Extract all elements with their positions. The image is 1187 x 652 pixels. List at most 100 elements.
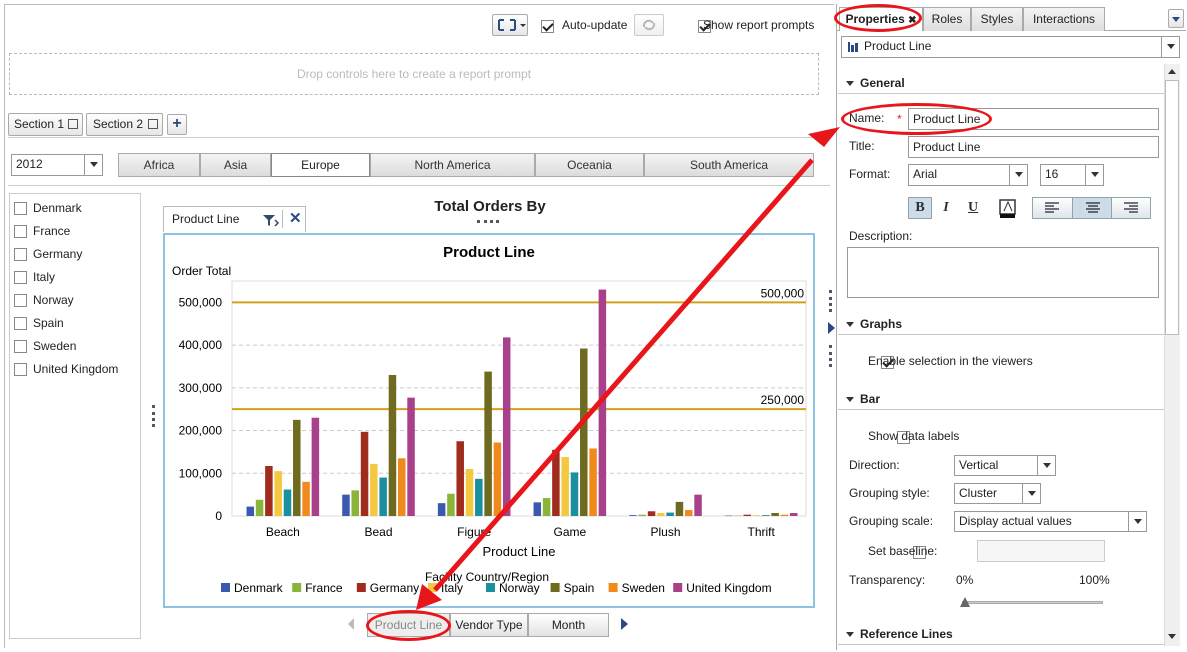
grouping-scale-select[interactable]: Display actual values xyxy=(954,511,1147,532)
list-item[interactable]: Germany xyxy=(14,245,82,263)
reference-lines-section-header[interactable]: Reference Lines xyxy=(838,623,1164,645)
country-label: Spain xyxy=(33,316,64,330)
align-right-button[interactable] xyxy=(1113,198,1150,218)
object-select[interactable]: Product Line xyxy=(841,36,1180,58)
chevron-down-icon xyxy=(1161,37,1179,57)
region-tab-europe[interactable]: Europe xyxy=(271,153,370,177)
list-item[interactable]: United Kingdom xyxy=(14,360,118,378)
refresh-icon xyxy=(642,19,656,31)
grouping-style-select[interactable]: Cluster xyxy=(954,483,1041,504)
bar xyxy=(638,514,646,516)
chevron-right-icon[interactable] xyxy=(621,618,628,630)
list-item[interactable]: France xyxy=(14,222,70,240)
graphs-section-header[interactable]: Graphs xyxy=(838,313,1164,335)
splitter-handle[interactable] xyxy=(829,345,832,367)
bold-button[interactable]: B xyxy=(908,197,932,219)
text-color-button[interactable] xyxy=(998,199,1018,219)
report-prompt-drop-area[interactable]: Drop controls here to create a report pr… xyxy=(9,53,819,95)
splitter-handle[interactable] xyxy=(829,290,832,312)
scroll-up-icon[interactable] xyxy=(1168,69,1176,74)
region-tab-asia[interactable]: Asia xyxy=(200,153,271,177)
maximize-button[interactable] xyxy=(492,14,528,36)
transparency-slider-track[interactable] xyxy=(962,601,1103,604)
title-label: Title: xyxy=(849,139,875,153)
title-field[interactable]: Product Line xyxy=(908,136,1159,158)
description-field[interactable] xyxy=(847,247,1159,298)
region-tab-africa[interactable]: Africa xyxy=(118,153,200,177)
bar xyxy=(570,472,579,516)
close-icon[interactable]: ✕ xyxy=(289,209,302,227)
nav-tab-vendor-type[interactable]: Vendor Type xyxy=(450,613,528,637)
direction-select[interactable]: Vertical xyxy=(954,455,1056,476)
bar xyxy=(666,512,674,516)
section-menu-icon[interactable] xyxy=(148,119,158,129)
year-select[interactable]: 2012 xyxy=(11,154,103,176)
legend-swatch xyxy=(356,583,366,592)
align-left-button[interactable] xyxy=(1033,198,1071,218)
legend-item: United Kingdom xyxy=(686,581,771,595)
bar-section-header[interactable]: Bar xyxy=(838,388,1164,410)
italic-button[interactable]: I xyxy=(934,197,958,219)
region-tab-north-america[interactable]: North America xyxy=(370,153,535,177)
expand-icon xyxy=(498,19,526,31)
transparency-max-label: 100% xyxy=(1079,573,1110,587)
general-section-header[interactable]: General xyxy=(838,72,1164,94)
region-tab-south-america[interactable]: South America xyxy=(644,153,814,177)
legend-swatch xyxy=(673,583,683,592)
scroll-down-icon[interactable] xyxy=(1168,634,1176,639)
section-2-label: Section 2 xyxy=(93,117,144,131)
divider xyxy=(282,210,283,228)
list-item[interactable]: Italy xyxy=(14,268,55,286)
tab-roles[interactable]: Roles xyxy=(923,7,971,31)
checkbox[interactable] xyxy=(14,202,27,216)
checkbox[interactable] xyxy=(14,248,27,262)
align-center-button[interactable] xyxy=(1072,198,1112,218)
section-2-tab[interactable]: Section 2 xyxy=(86,113,163,136)
align-center-icon xyxy=(1086,202,1100,213)
chevron-left-icon[interactable] xyxy=(348,618,354,630)
checkbox[interactable] xyxy=(14,271,27,285)
drag-handle[interactable] xyxy=(477,220,499,223)
refresh-button[interactable] xyxy=(634,14,664,36)
section-menu-icon[interactable] xyxy=(68,119,78,129)
add-section-button[interactable]: + xyxy=(167,114,187,135)
x-tick-label: Figure xyxy=(457,525,491,539)
bar xyxy=(561,457,569,516)
list-item[interactable]: Norway xyxy=(14,291,74,309)
drill-icon[interactable] xyxy=(260,211,280,229)
region-tab-oceania[interactable]: Oceania xyxy=(535,153,644,177)
chart-tab-label: Product Line xyxy=(172,212,240,226)
list-item[interactable]: Denmark xyxy=(14,199,82,217)
bar xyxy=(502,337,511,516)
splitter-handle[interactable] xyxy=(152,405,155,427)
tab-interactions[interactable]: Interactions xyxy=(1023,7,1105,31)
transparency-slider-thumb[interactable] xyxy=(960,597,970,607)
annotation-circle xyxy=(366,610,451,641)
checkbox[interactable] xyxy=(14,363,27,377)
list-item[interactable]: Sweden xyxy=(14,337,76,355)
y-tick-label: 100,000 xyxy=(179,466,223,480)
x-tick-label: Game xyxy=(553,525,586,539)
scrollbar-thumb[interactable] xyxy=(1165,80,1179,335)
checkbox[interactable] xyxy=(14,340,27,354)
auto-update-checkbox[interactable] xyxy=(541,20,554,34)
underline-button[interactable]: U xyxy=(961,197,985,219)
checkbox[interactable] xyxy=(14,294,27,308)
checkbox[interactable] xyxy=(14,317,27,331)
panel-menu-button[interactable] xyxy=(1168,9,1184,28)
section-1-tab[interactable]: Section 1 xyxy=(8,113,83,136)
chart-header-title: Total Orders By xyxy=(434,198,546,215)
tab-styles[interactable]: Styles xyxy=(971,7,1023,31)
baseline-field[interactable] xyxy=(977,540,1105,562)
x-tick-label: Bead xyxy=(364,525,392,539)
font-select[interactable]: Arial xyxy=(908,164,1028,186)
list-item[interactable]: Spain xyxy=(14,314,64,332)
chart-tab[interactable]: Product Line ✕ xyxy=(163,206,306,232)
font-size-select[interactable]: 16 xyxy=(1040,164,1104,186)
bar-chart[interactable]: Product Line Order Total 0 100,000 200,000 30… xyxy=(165,235,813,606)
nav-tab-month[interactable]: Month xyxy=(528,613,609,637)
plus-icon: + xyxy=(172,115,182,132)
legend-item: Norway xyxy=(499,581,540,595)
collapse-panel-icon[interactable] xyxy=(828,322,835,334)
checkbox[interactable] xyxy=(14,225,27,239)
